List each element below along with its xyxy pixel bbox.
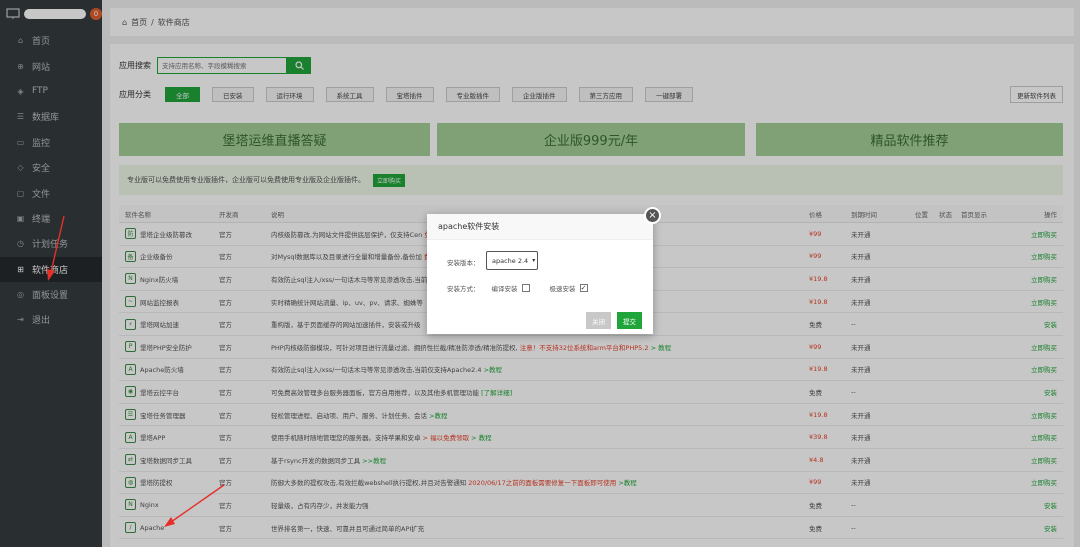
- method-row: 安装方式： 编译安装 极速安装 ✓: [447, 283, 588, 293]
- version-value: apache 2.4: [492, 256, 529, 265]
- chevron-down-icon: ▾: [532, 257, 536, 264]
- install-dialog: apache软件安装 × 安装版本： apache 2.4 ▾ 安装方式： 编译…: [427, 207, 661, 334]
- fast-checkbox[interactable]: ✓: [579, 284, 588, 292]
- compile-label: 编译安装: [491, 285, 518, 293]
- fast-label: 极速安装: [549, 285, 576, 293]
- version-label: 安装版本：: [447, 259, 480, 267]
- version-select[interactable]: apache 2.4 ▾: [486, 251, 538, 270]
- dialog-title: apache软件安装: [427, 214, 653, 240]
- submit-button[interactable]: 提交: [617, 312, 642, 329]
- close-button[interactable]: 关闭: [586, 312, 611, 329]
- compile-checkbox[interactable]: [521, 284, 530, 292]
- close-icon[interactable]: ×: [644, 207, 661, 224]
- method-label: 安装方式：: [447, 285, 480, 293]
